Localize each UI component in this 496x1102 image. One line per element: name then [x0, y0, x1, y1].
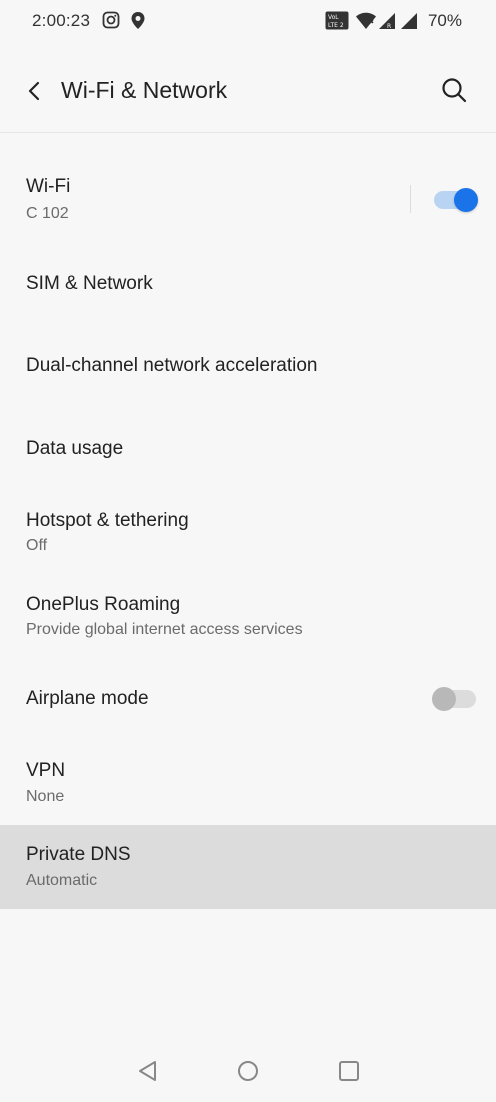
- svg-text:LTE 2: LTE 2: [328, 22, 344, 29]
- status-bar: 2:00:23 VoL LTE 2 R 70%: [0, 0, 496, 42]
- back-arrow-icon[interactable]: [22, 78, 48, 104]
- item-subtitle: None: [26, 788, 65, 805]
- list-item-dual-channel[interactable]: Dual-channel network acceleration: [0, 339, 496, 421]
- item-title: Data usage: [26, 438, 124, 459]
- instagram-icon: [102, 11, 120, 34]
- item-title: VPN: [26, 760, 66, 781]
- app-bar: Wi-Fi & Network: [0, 48, 496, 133]
- search-icon[interactable]: [440, 76, 468, 104]
- item-title: Dual-channel network acceleration: [26, 355, 318, 376]
- status-time: 2:00:23: [32, 11, 91, 30]
- nav-back-icon[interactable]: [135, 1058, 161, 1084]
- item-title: SIM & Network: [26, 273, 153, 294]
- navigation-bar: [0, 1040, 496, 1102]
- svg-text:VoL: VoL: [328, 14, 339, 21]
- item-subtitle: C 102: [26, 205, 69, 222]
- item-title: Private DNS: [26, 844, 131, 865]
- item-title: Hotspot & tethering: [26, 510, 189, 531]
- list-item-wifi[interactable]: Wi-Fi C 102: [0, 133, 496, 265]
- item-title: Airplane mode: [26, 688, 149, 709]
- nav-home-icon[interactable]: [235, 1058, 261, 1084]
- item-title: Wi-Fi: [26, 176, 71, 197]
- volte-icon: VoL LTE 2: [325, 11, 349, 35]
- nav-recents-icon[interactable]: [336, 1058, 362, 1084]
- divider: [410, 185, 411, 213]
- item-subtitle: Off: [26, 537, 48, 554]
- item-subtitle: Provide global internet access services: [26, 621, 303, 638]
- list-item-airplane-mode[interactable]: Airplane mode: [0, 671, 496, 755]
- airplane-mode-toggle[interactable]: [432, 687, 478, 711]
- wifi-icon: [355, 12, 377, 35]
- list-item-vpn[interactable]: VPN None: [0, 755, 496, 825]
- list-item-oneplus-roaming[interactable]: OnePlus Roaming Provide global internet …: [0, 587, 496, 671]
- signal-icon-2: [400, 12, 418, 35]
- item-subtitle: Automatic: [26, 872, 98, 889]
- list-item-private-dns[interactable]: Private DNS Automatic: [0, 825, 496, 909]
- list-item-data-usage[interactable]: Data usage: [0, 421, 496, 503]
- list-item-hotspot[interactable]: Hotspot & tethering Off: [0, 503, 496, 587]
- svg-text:R: R: [387, 23, 391, 30]
- page-title: Wi-Fi & Network: [61, 77, 228, 103]
- wifi-toggle[interactable]: [432, 188, 478, 212]
- list-item-sim-network[interactable]: SIM & Network: [0, 265, 496, 339]
- battery-percent: 70%: [427, 11, 462, 30]
- item-title: OnePlus Roaming: [26, 594, 181, 615]
- location-icon: [130, 11, 146, 35]
- signal-icon: R: [378, 12, 396, 35]
